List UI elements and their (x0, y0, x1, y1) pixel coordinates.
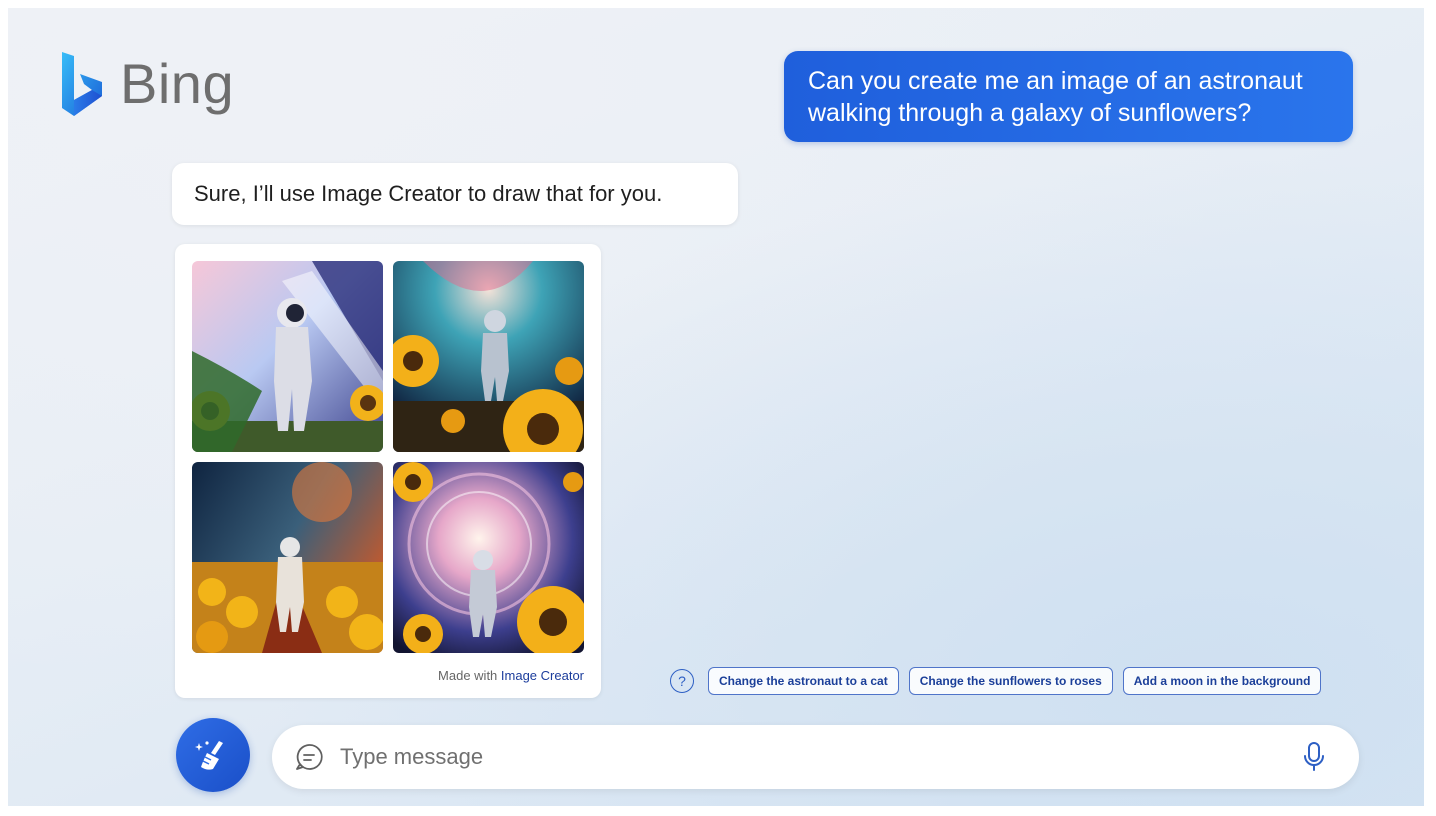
generated-image-1[interactable] (192, 261, 383, 452)
bing-logo-icon (62, 52, 102, 116)
generated-image-4[interactable] (393, 462, 584, 653)
broom-icon (195, 741, 223, 770)
astronaut-sunflowers-image-icon (192, 462, 383, 653)
image-creator-link[interactable]: Image Creator (501, 668, 584, 683)
astronaut-sunflowers-image-icon (393, 462, 584, 653)
suggestion-chip-sunflowers-to-roses[interactable]: Change the sunflowers to roses (908, 667, 1113, 695)
new-topic-button[interactable] (176, 718, 250, 792)
help-icon[interactable]: ? (670, 669, 694, 693)
microphone-icon[interactable] (1299, 740, 1329, 774)
image-creator-card: Made with Image Creator (175, 244, 601, 698)
brand-name: Bing (120, 52, 235, 115)
generated-image-3[interactable] (192, 462, 383, 653)
chat-bubble-icon (296, 744, 323, 770)
assistant-message-bubble: Sure, I’ll use Image Creator to draw tha… (172, 163, 738, 225)
suggestion-chip-astronaut-to-cat[interactable]: Change the astronaut to a cat (708, 667, 899, 695)
message-input[interactable] (338, 736, 1299, 778)
astronaut-sunflowers-image-icon (393, 261, 584, 452)
suggestion-chips: ? Change the astronaut to a cat Change t… (670, 666, 1331, 696)
generated-image-2[interactable] (393, 261, 584, 452)
user-message-bubble: Can you create me an image of an astrona… (784, 51, 1353, 142)
suggestion-chip-add-moon[interactable]: Add a moon in the background (1122, 667, 1322, 695)
caption-prefix: Made with (438, 668, 498, 683)
image-creator-caption: Made with Image Creator (438, 668, 584, 683)
bing-logo: Bing (58, 48, 234, 120)
bing-chat-window: Bing Can you create me an image of an as… (8, 8, 1424, 806)
message-composer (272, 725, 1359, 789)
astronaut-sunflowers-image-icon (192, 261, 383, 452)
